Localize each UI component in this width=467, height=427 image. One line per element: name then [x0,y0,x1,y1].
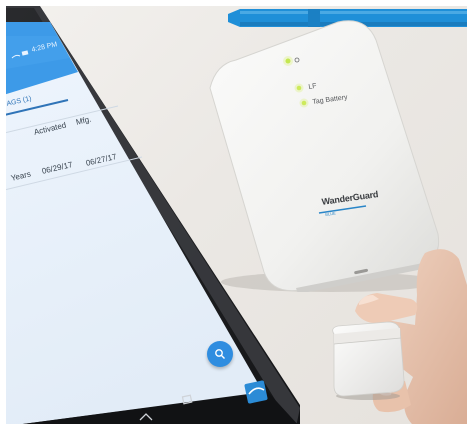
pendant-tag [332,321,405,400]
search-icon [215,349,225,359]
photo-scene: LF Tag Battery WanderGuard BLUE 4:28 PM … [0,0,467,427]
tablet-device: 4:28 PM AGS (1) Activated Mfg. Years 06/… [0,0,300,427]
lf-label: LF [308,82,318,91]
search-button[interactable] [207,341,233,367]
nfc-logo [244,380,268,404]
